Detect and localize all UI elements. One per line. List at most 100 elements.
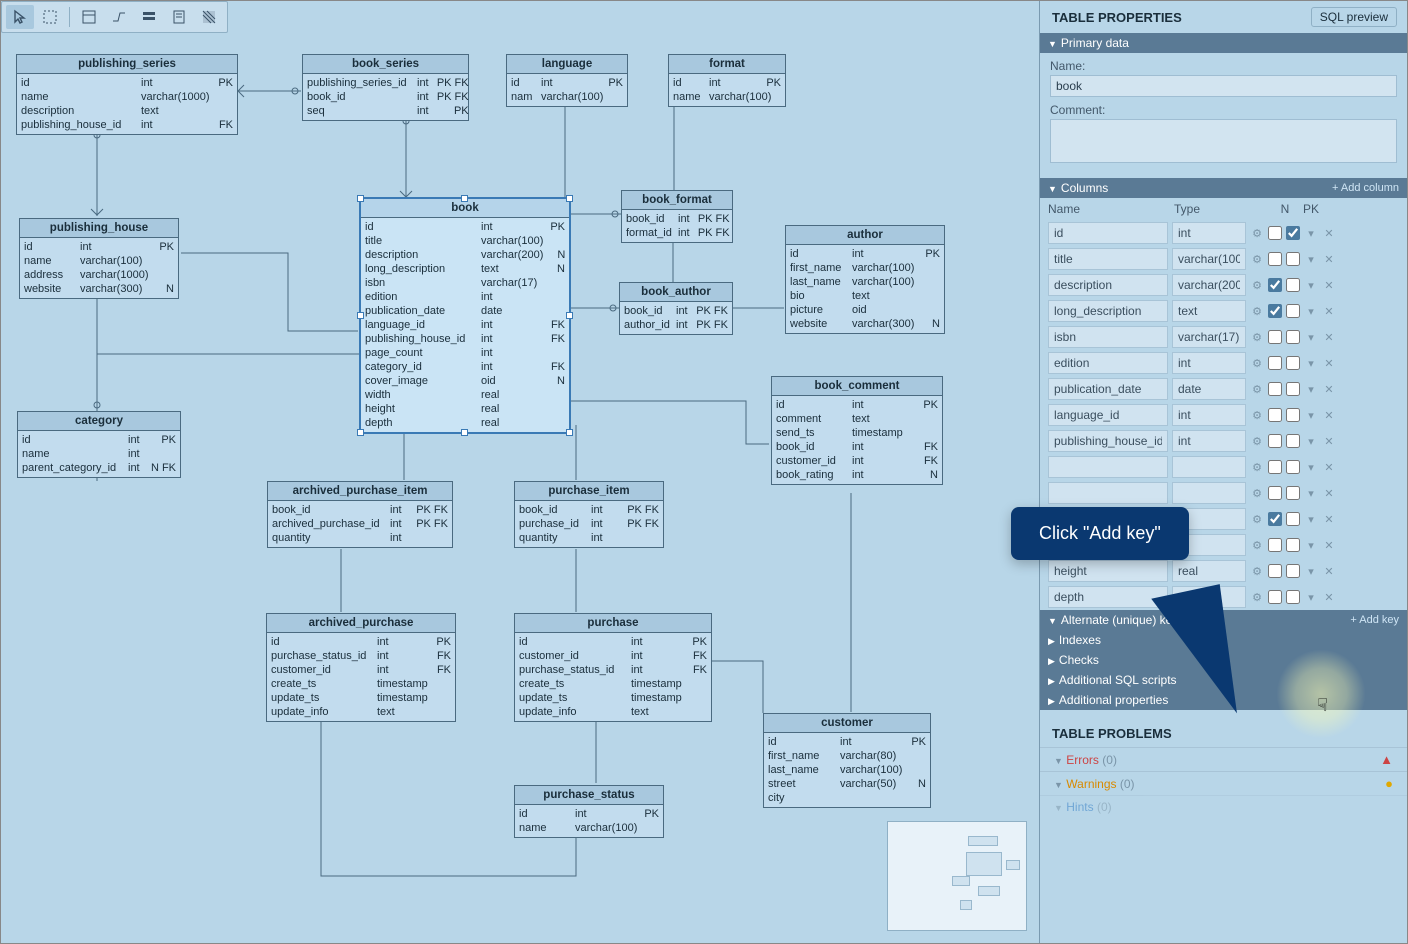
column-type-input[interactable] — [1172, 352, 1246, 374]
entity-purchase-status[interactable]: purchase_status idintPKnamevarchar(100) — [514, 785, 664, 838]
nullable-checkbox[interactable] — [1268, 330, 1282, 344]
chevron-down-icon[interactable]: ▾ — [1304, 435, 1318, 448]
sql-preview-button[interactable]: SQL preview — [1311, 7, 1397, 27]
pk-checkbox[interactable] — [1286, 408, 1300, 422]
chevron-down-icon[interactable]: ▾ — [1304, 565, 1318, 578]
column-row[interactable]: ⚙▾✕ — [1040, 402, 1407, 428]
entity-archived-purchase-item[interactable]: archived_purchase_item book_idintPK FKar… — [267, 481, 453, 548]
nullable-checkbox[interactable] — [1268, 486, 1282, 500]
chevron-down-icon[interactable]: ▾ — [1304, 513, 1318, 526]
gear-icon[interactable]: ⚙ — [1250, 331, 1264, 344]
nullable-checkbox[interactable] — [1268, 564, 1282, 578]
entity-publishing-series[interactable]: publishing_series idintPKnamevarchar(100… — [16, 54, 238, 135]
entity-purchase-item[interactable]: purchase_item book_idintPK FKpurchase_id… — [514, 481, 664, 548]
entity-category[interactable]: category idintPKnameintparent_category_i… — [17, 411, 181, 478]
column-type-input[interactable] — [1172, 404, 1246, 426]
column-name-input[interactable] — [1048, 378, 1168, 400]
pk-checkbox[interactable] — [1286, 226, 1300, 240]
column-name-input[interactable] — [1048, 326, 1168, 348]
gear-icon[interactable]: ⚙ — [1250, 591, 1264, 604]
nullable-checkbox[interactable] — [1268, 304, 1282, 318]
entity-book[interactable]: book idintPKtitlevarchar(100)description… — [359, 197, 571, 434]
delete-icon[interactable]: ✕ — [1322, 253, 1336, 266]
column-type-input[interactable] — [1172, 482, 1246, 504]
entity-book-format[interactable]: book_format book_idintPK FKformat_idintP… — [621, 190, 733, 243]
nullable-checkbox[interactable] — [1268, 382, 1282, 396]
nullable-checkbox[interactable] — [1268, 460, 1282, 474]
column-row[interactable]: ⚙▾✕ — [1040, 246, 1407, 272]
column-row[interactable]: ⚙▾✕ — [1040, 298, 1407, 324]
pk-checkbox[interactable] — [1286, 356, 1300, 370]
gear-icon[interactable]: ⚙ — [1250, 565, 1264, 578]
gear-icon[interactable]: ⚙ — [1250, 539, 1264, 552]
pk-checkbox[interactable] — [1286, 538, 1300, 552]
column-row[interactable]: ⚙ ▾ ✕ — [1040, 558, 1407, 584]
delete-icon[interactable]: ✕ — [1322, 591, 1336, 604]
entity-language[interactable]: language idintPKnamvarchar(100) — [506, 54, 628, 107]
entity-customer[interactable]: customer idintPKfirst_namevarchar(80)las… — [763, 713, 931, 808]
relation-tool-icon[interactable] — [105, 5, 133, 29]
gear-icon[interactable]: ⚙ — [1250, 409, 1264, 422]
chevron-down-icon[interactable]: ▾ — [1304, 383, 1318, 396]
column-type-input[interactable] — [1172, 222, 1246, 244]
delete-icon[interactable]: ✕ — [1322, 331, 1336, 344]
chevron-down-icon[interactable]: ▾ — [1304, 409, 1318, 422]
problems-hints[interactable]: ▼ Hints (0) — [1040, 795, 1407, 818]
column-row[interactable]: ⚙▾✕ — [1040, 480, 1407, 506]
column-type-input[interactable] — [1172, 378, 1246, 400]
chevron-down-icon[interactable]: ▾ — [1304, 461, 1318, 474]
section-primary-data[interactable]: ▼Primary data — [1040, 33, 1407, 53]
delete-icon[interactable]: ✕ — [1322, 279, 1336, 292]
pk-checkbox[interactable] — [1286, 590, 1300, 604]
note-tool-icon[interactable] — [165, 5, 193, 29]
pointer-tool-icon[interactable] — [6, 5, 34, 29]
gear-icon[interactable]: ⚙ — [1250, 279, 1264, 292]
column-name-input[interactable] — [1048, 586, 1168, 608]
chevron-down-icon[interactable]: ▾ — [1304, 591, 1318, 604]
chevron-down-icon[interactable]: ▾ — [1304, 305, 1318, 318]
column-type-input[interactable] — [1172, 456, 1246, 478]
chevron-down-icon[interactable]: ▾ — [1304, 357, 1318, 370]
nullable-checkbox[interactable] — [1268, 226, 1282, 240]
column-name-input[interactable] — [1048, 430, 1168, 452]
delete-icon[interactable]: ✕ — [1322, 539, 1336, 552]
pk-checkbox[interactable] — [1286, 486, 1300, 500]
entity-book-series[interactable]: book_series publishing_series_idintPK FK… — [302, 54, 469, 121]
chevron-down-icon[interactable]: ▾ — [1304, 279, 1318, 292]
delete-icon[interactable]: ✕ — [1322, 565, 1336, 578]
column-name-input[interactable] — [1048, 482, 1168, 504]
gear-icon[interactable]: ⚙ — [1250, 461, 1264, 474]
pk-checkbox[interactable] — [1286, 304, 1300, 318]
delete-icon[interactable]: ✕ — [1322, 357, 1336, 370]
entity-format[interactable]: format idintPKnamevarchar(100) — [668, 54, 786, 107]
entity-archived-purchase[interactable]: archived_purchase idintPKpurchase_status… — [266, 613, 456, 722]
nullable-checkbox[interactable] — [1268, 252, 1282, 266]
diagram-canvas[interactable]: publishing_series idintPKnamevarchar(100… — [1, 1, 1039, 943]
column-name-input[interactable] — [1048, 248, 1168, 270]
column-row[interactable]: ⚙ ▾ ✕ — [1040, 272, 1407, 298]
chevron-down-icon[interactable]: ▾ — [1304, 227, 1318, 240]
gear-icon[interactable]: ⚙ — [1250, 253, 1264, 266]
pk-checkbox[interactable] — [1286, 460, 1300, 474]
gear-icon[interactable]: ⚙ — [1250, 383, 1264, 396]
chevron-down-icon[interactable]: ▾ — [1304, 487, 1318, 500]
delete-icon[interactable]: ✕ — [1322, 461, 1336, 474]
comment-input[interactable] — [1050, 119, 1397, 163]
nullable-checkbox[interactable] — [1268, 512, 1282, 526]
nullable-checkbox[interactable] — [1268, 538, 1282, 552]
entity-purchase[interactable]: purchase idintPKcustomer_idintFKpurchase… — [514, 613, 712, 722]
column-row[interactable]: ⚙▾✕ — [1040, 324, 1407, 350]
column-type-input[interactable] — [1172, 300, 1246, 322]
pk-checkbox[interactable] — [1286, 330, 1300, 344]
column-name-input[interactable] — [1048, 456, 1168, 478]
column-type-input[interactable] — [1172, 326, 1246, 348]
gear-icon[interactable]: ⚙ — [1250, 227, 1264, 240]
gear-icon[interactable]: ⚙ — [1250, 487, 1264, 500]
column-name-input[interactable] — [1048, 222, 1168, 244]
pk-checkbox[interactable] — [1286, 434, 1300, 448]
entity-book-author[interactable]: book_author book_idintPK FKauthor_idintP… — [619, 282, 733, 335]
delete-icon[interactable]: ✕ — [1322, 305, 1336, 318]
delete-icon[interactable]: ✕ — [1322, 435, 1336, 448]
nullable-checkbox[interactable] — [1268, 434, 1282, 448]
nullable-checkbox[interactable] — [1268, 590, 1282, 604]
